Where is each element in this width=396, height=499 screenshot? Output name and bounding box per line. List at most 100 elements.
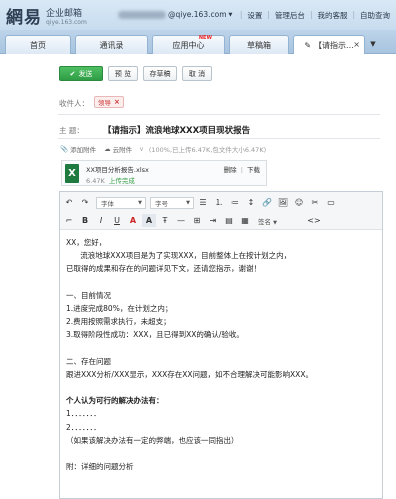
logo-domain: qiye.163.com <box>46 18 87 26</box>
body-line: 2.费用按照需求执行，未超支； <box>66 317 171 327</box>
admin-link[interactable]: 管理后台 <box>275 10 305 21</box>
cloud-attachment-button[interactable]: ☁ 云附件 <box>104 144 132 154</box>
unordered-list-icon[interactable]: ≔ <box>228 196 242 209</box>
remove-recipient-icon[interactable]: × <box>114 98 120 106</box>
cloud-attachment-label: 云附件 <box>112 146 133 154</box>
horizontal-rule-icon[interactable]: — <box>174 214 188 227</box>
preview-label: 预 览 <box>114 69 132 78</box>
send-label: 发送 <box>78 69 93 78</box>
link-icon[interactable]: 🔗 <box>260 196 274 209</box>
tab-list-dropdown[interactable]: ▼ <box>366 36 380 52</box>
font-size-select[interactable]: 字号 ▼ <box>150 196 194 209</box>
emoji-icon[interactable]: ☺ <box>292 196 306 209</box>
download-attachment-link[interactable]: 下载 <box>247 166 260 174</box>
screenshot-icon[interactable]: ✂ <box>308 196 322 209</box>
template-icon[interactable]: ▤ <box>222 214 236 227</box>
save-draft-button[interactable]: 存草稿 <box>143 66 177 81</box>
body-line: 1.进度完成80%，在计划之内； <box>66 303 173 313</box>
excel-file-icon: X <box>65 164 79 183</box>
mail-body[interactable]: XX，您好， 流浪地球XXX项目是为了实现XXX，目前整体上在按计划之内， 已取… <box>66 236 380 473</box>
account-menu[interactable]: @qiye.163.com ▼ <box>118 10 232 19</box>
bold-icon[interactable]: B <box>78 214 92 227</box>
highlight-color-icon[interactable]: A <box>142 214 156 227</box>
chevron-down-icon: ▼ <box>273 219 277 226</box>
tab-drafts-label: 草稿箱 <box>247 40 271 50</box>
redo-icon[interactable]: ↷ <box>78 196 92 209</box>
source-code-icon[interactable]: <> <box>307 214 321 227</box>
body-line: 3.取得阶段性成功：XXX，且已得到XX的确认/验收。 <box>66 330 244 340</box>
body-line <box>66 342 380 355</box>
cancel-label: 取 消 <box>188 69 206 78</box>
body-line: 1．．．．．．． <box>66 409 101 419</box>
tab-app-center-label: 应用中心 <box>172 40 205 50</box>
font-size-value: 字号 <box>155 199 168 208</box>
italic-icon[interactable]: I <box>94 214 108 227</box>
attachment-file-size: 6.47K <box>86 177 105 185</box>
body-line: 一、目前情况 <box>66 290 111 300</box>
chevron-down-icon: ▼ <box>370 40 376 48</box>
format-painter-icon[interactable]: ⌐ <box>62 214 76 227</box>
calendar-icon[interactable]: ▦ <box>238 214 252 227</box>
editor-toolbar: ↶ ↷ 字体 ▼ 字号 ▼ ☰ ⒈ ≔ ↕ 🔗 🖼 ☺ ✂ ▭ ⌐ B I U … <box>60 192 382 230</box>
undo-icon[interactable]: ↶ <box>62 196 76 209</box>
body-line: 跟进XXX分析/XXX显示，XXX存在XX问题，如不合理解决可能影响XXX。 <box>66 369 313 379</box>
indent-icon[interactable]: ⇥ <box>206 214 220 227</box>
tab-contacts-label: 通讯录 <box>99 40 124 50</box>
ordered-list-icon[interactable]: ⒈ <box>212 196 226 209</box>
new-badge: NEW <box>198 35 212 41</box>
add-attachment-button[interactable]: 📎 添加附件 <box>60 144 96 154</box>
image-icon[interactable]: 🖼 <box>276 196 290 209</box>
recipient-name: 领导 <box>98 99 111 107</box>
underline-icon[interactable]: U <box>110 214 124 227</box>
close-icon[interactable]: × <box>353 40 360 49</box>
redacted-username <box>118 10 166 19</box>
card-icon[interactable]: ▭ <box>324 196 338 209</box>
tab-app-center[interactable]: 应用中心 NEW <box>152 35 225 54</box>
customer-service-link[interactable]: 我的客服 <box>317 10 347 21</box>
align-left-icon[interactable]: ☰ <box>196 196 210 209</box>
tab-compose[interactable]: ✎ 【请指示... × <box>293 35 365 55</box>
preview-button[interactable]: 预 览 <box>108 66 138 81</box>
cancel-button[interactable]: 取 消 <box>182 66 212 81</box>
paperclip-icon: 📎 <box>60 145 69 153</box>
cloud-icon: ☁ <box>104 145 111 153</box>
body-line: 流浪地球XXX项目是为了实现XXX，目前整体上在按计划之内， <box>66 251 292 261</box>
font-color-icon[interactable]: A <box>126 214 140 227</box>
body-line: 附：详细的问题分析 <box>66 462 134 472</box>
tab-compose-label: 【请指示... <box>314 41 354 50</box>
body-line <box>66 276 380 289</box>
to-label: 收件人： <box>59 99 89 108</box>
pencil-icon: ✎ <box>304 41 312 50</box>
self-service-link[interactable]: 自助查询 <box>360 10 390 21</box>
top-header: 網易 企业邮箱 qiye.163.com @qiye.163.com ▼ | 设… <box>0 0 396 30</box>
body-line: XX，您好， <box>66 238 107 247</box>
strikethrough-icon[interactable]: Ŧ <box>158 214 172 227</box>
send-button[interactable]: ✔ 发送 <box>59 66 103 81</box>
send-icon: ✔ <box>69 69 76 78</box>
tab-drafts[interactable]: 草稿箱 <box>229 35 289 54</box>
tab-contacts[interactable]: 通讯录 <box>75 35 148 54</box>
save-draft-label: 存草稿 <box>149 69 171 78</box>
line-spacing-icon[interactable]: ↕ <box>244 196 258 209</box>
body-line <box>66 447 380 460</box>
delete-attachment-link[interactable]: 删除 <box>224 166 237 174</box>
logo[interactable]: 網易 企业邮箱 qiye.163.com <box>6 3 87 28</box>
chevron-down-icon: ▼ <box>138 199 142 206</box>
signature-label: 签名 <box>258 217 271 226</box>
tab-home-label: 首页 <box>30 40 46 50</box>
signature-select[interactable]: 签名 ▼ <box>258 216 277 226</box>
body-line: 已取得的成果和存在的问题详见下文，还请您指示，谢谢！ <box>66 264 261 274</box>
body-line: 个人认为可行的解决办法有： <box>66 396 164 406</box>
tab-home[interactable]: 首页 <box>5 35 71 54</box>
add-attachment-label: 添加附件 <box>70 146 97 154</box>
font-family-select[interactable]: 字体 ▼ <box>96 196 146 209</box>
recipient-chip[interactable]: 领导 × <box>94 96 124 108</box>
subject-input[interactable]: 【请指示】流浪地球XXX项目现状报告 <box>103 124 250 136</box>
attachment-bar: 📎 添加附件 ☁ 云附件 ∨ (100%,已上传6.47K,包文件大小6.47K… <box>60 144 267 154</box>
settings-link[interactable]: 设置 <box>247 10 262 21</box>
font-family-value: 字体 <box>101 199 114 208</box>
table-icon[interactable]: ⊞ <box>190 214 204 227</box>
body-line: 二、存在问题 <box>66 356 111 366</box>
compose-actions: ✔ 发送 预 览 存草稿 取 消 <box>59 66 217 81</box>
chevron-down-icon: ▼ <box>186 199 190 206</box>
